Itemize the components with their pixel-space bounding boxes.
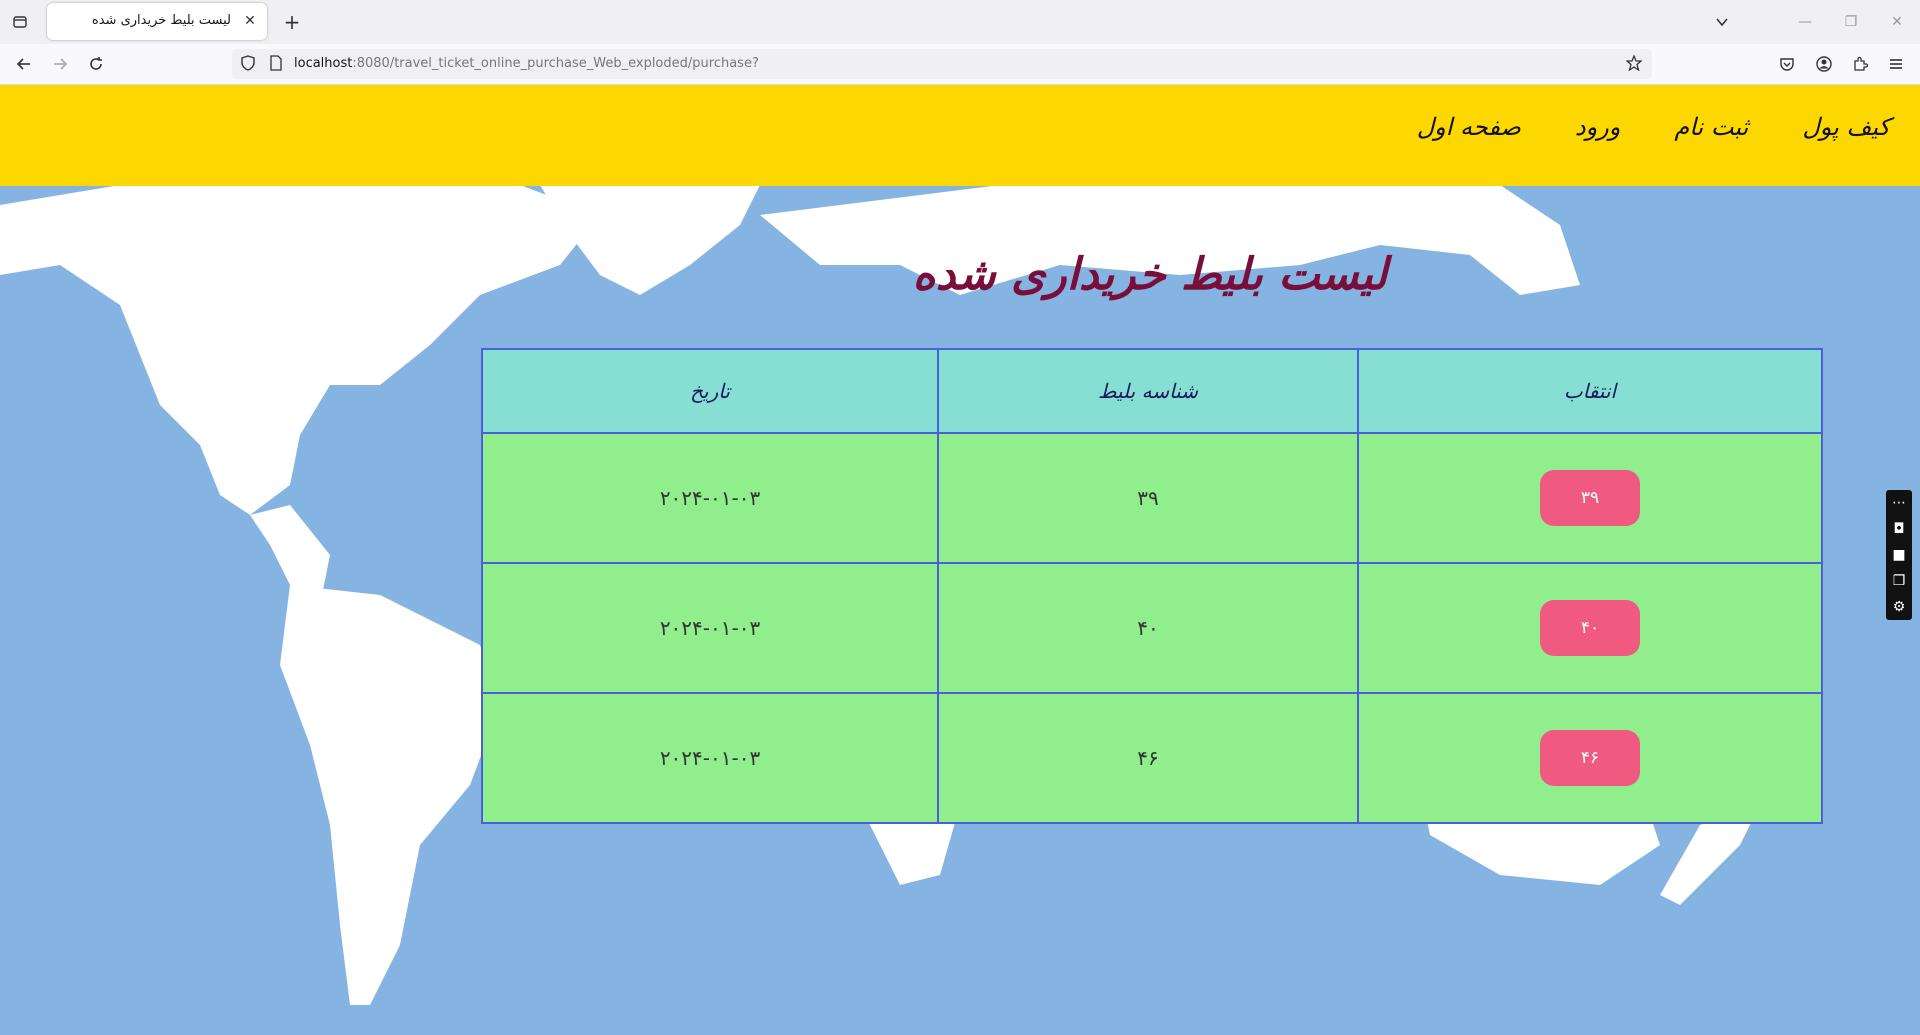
page-title: لیست بلیط خریداری شده	[912, 249, 1388, 301]
copy-icon[interactable]: ❐	[1886, 568, 1912, 594]
column-header-select: انتقاب	[1357, 348, 1823, 434]
select-cell: ۳۹	[1357, 432, 1823, 564]
video-icon[interactable]: ■	[1886, 542, 1912, 568]
tickets-table: انتقاب شناسه بلیط تاریخ ۳۹ ۳۹ ۲۰۲۴-۰۱-۰۳…	[481, 348, 1823, 824]
more-icon[interactable]: ⋯	[1886, 490, 1912, 516]
ticket-id-cell: ۴۰	[937, 562, 1359, 694]
restore-icon[interactable]: ❐	[1836, 10, 1866, 34]
menu-icon[interactable]	[1884, 52, 1908, 76]
pocket-icon[interactable]	[1775, 52, 1799, 76]
table-row: ۴۰ ۴۰ ۲۰۲۴-۰۱-۰۳	[481, 562, 1823, 694]
table-row: ۳۹ ۳۹ ۲۰۲۴-۰۱-۰۳	[481, 432, 1823, 564]
browser-tab-bar: لیست بلیط خریداری شده ✕ + — ❐ ✕	[0, 0, 1920, 44]
page-content: صفحه اول ورود ثبت نام کیف پول لیست بلیط …	[0, 85, 1920, 1035]
url-text[interactable]: localhost:8080/travel_ticket_online_purc…	[294, 56, 759, 71]
url-host: localhost	[294, 56, 353, 71]
browser-nav-bar: localhost:8080/travel_ticket_online_purc…	[0, 44, 1920, 85]
column-header-ticket-id: شناسه بلیط	[937, 348, 1359, 434]
url-path: :8080/travel_ticket_online_purchase_Web_…	[352, 56, 759, 71]
menu-item-register[interactable]: ثبت نام	[1674, 113, 1748, 141]
menu-item-home[interactable]: صفحه اول	[1417, 113, 1521, 141]
screen-capture-toolbar: ⋯ ◘ ■ ❐ ⚙	[1886, 490, 1912, 620]
tab-list-icon[interactable]	[8, 10, 32, 34]
date-cell: ۲۰۲۴-۰۱-۰۳	[481, 562, 939, 694]
page-icon	[268, 55, 284, 75]
ticket-id-cell: ۴۶	[937, 692, 1359, 824]
minimize-icon[interactable]: —	[1790, 10, 1820, 34]
tab-title: لیست بلیط خریداری شده	[91, 13, 231, 28]
gear-icon[interactable]: ⚙	[1886, 594, 1912, 620]
menu-item-login[interactable]: ورود	[1575, 113, 1620, 141]
table-row: ۴۶ ۴۶ ۲۰۲۴-۰۱-۰۳	[481, 692, 1823, 824]
shield-icon[interactable]	[240, 55, 256, 75]
back-arrow-icon[interactable]	[12, 52, 36, 76]
select-ticket-button[interactable]: ۴۰	[1540, 600, 1640, 656]
date-cell: ۲۰۲۴-۰۱-۰۳	[481, 432, 939, 564]
close-icon[interactable]: ✕	[241, 12, 259, 30]
close-window-icon[interactable]: ✕	[1882, 10, 1912, 34]
site-header: صفحه اول ورود ثبت نام کیف پول	[0, 85, 1920, 186]
new-tab-icon[interactable]: +	[280, 10, 304, 34]
browser-tab[interactable]: لیست بلیط خریداری شده ✕	[47, 3, 267, 40]
select-ticket-button[interactable]: ۴۶	[1540, 730, 1640, 786]
extensions-icon[interactable]	[1848, 52, 1872, 76]
ticket-id-cell: ۳۹	[937, 432, 1359, 564]
forward-arrow-icon[interactable]	[48, 52, 72, 76]
date-cell: ۲۰۲۴-۰۱-۰۳	[481, 692, 939, 824]
address-bar[interactable]: localhost:8080/travel_ticket_online_purc…	[232, 49, 1652, 79]
menu-item-wallet[interactable]: کیف پول	[1802, 113, 1890, 141]
camera-icon[interactable]: ◘	[1886, 516, 1912, 542]
column-header-date: تاریخ	[481, 348, 939, 434]
main-menu: صفحه اول ورود ثبت نام کیف پول	[1417, 113, 1890, 141]
select-cell: ۴۶	[1357, 692, 1823, 824]
account-icon[interactable]	[1812, 52, 1836, 76]
chevron-down-icon[interactable]	[1710, 10, 1734, 34]
reload-icon[interactable]	[84, 52, 108, 76]
select-cell: ۴۰	[1357, 562, 1823, 694]
bookmark-star-icon[interactable]	[1625, 54, 1643, 75]
table-header-row: انتقاب شناسه بلیط تاریخ	[481, 348, 1823, 434]
select-ticket-button[interactable]: ۳۹	[1540, 470, 1640, 526]
